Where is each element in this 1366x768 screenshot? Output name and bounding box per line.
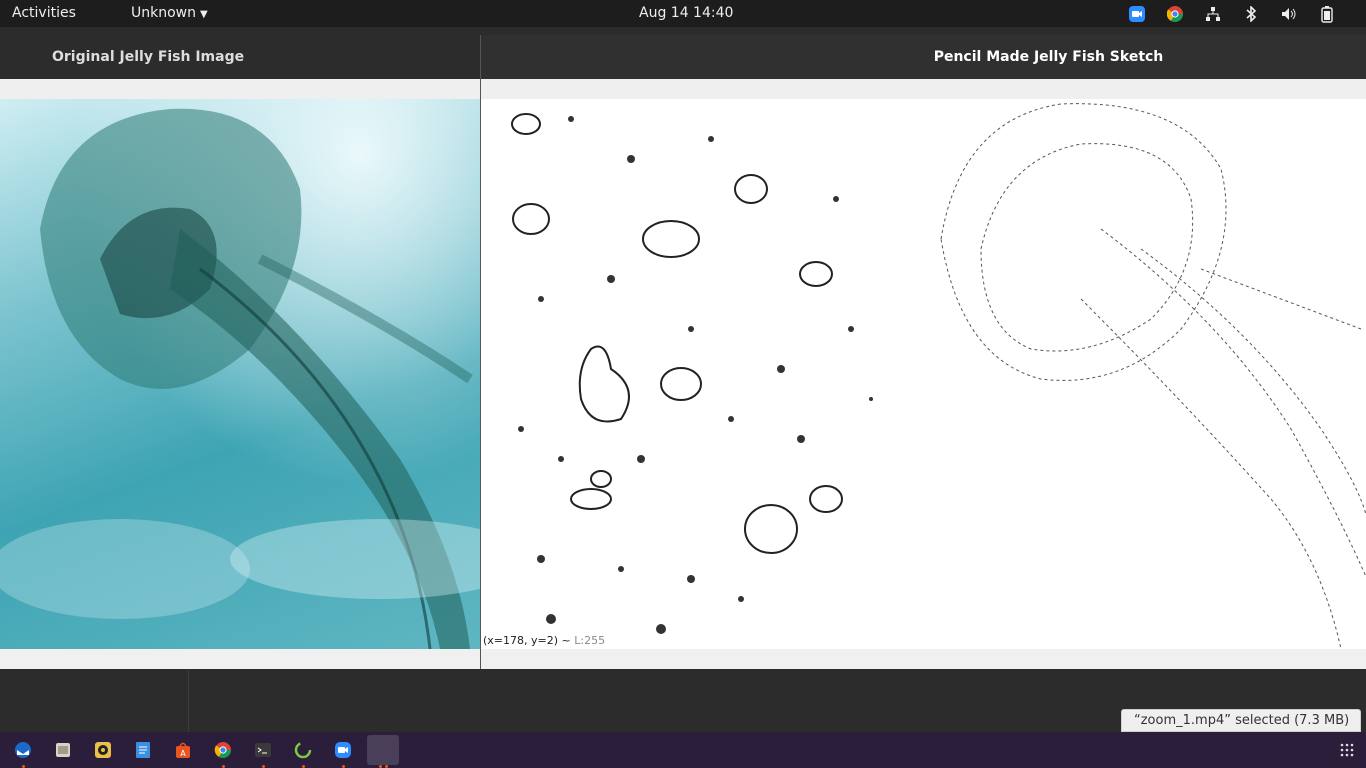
chevron-down-icon: ▼ [200,9,208,20]
status-coordinates: (x=178, y=2) ~ [483,634,575,647]
software-icon[interactable]: A [164,735,202,765]
app-grid-icon[interactable] [1340,742,1354,761]
updater-icon[interactable] [284,735,322,768]
original-image-window[interactable]: Original Jelly Fish Image [0,35,480,669]
window-title: Original Jelly Fish Image [52,49,245,65]
sketch-illustration [511,103,1366,649]
window-title: Pencil Made Jelly Fish Sketch [933,49,1164,65]
top-bar: Activities Unknown ▼ Aug 14 14:40 [0,0,1366,27]
zoom-icon[interactable] [324,735,362,768]
rhythmbox-icon[interactable] [84,735,122,765]
jellyfish-illustration [0,99,480,649]
jellyfish-photo[interactable] [0,99,480,649]
app-menu-label: Unknown [131,5,196,21]
app-menu[interactable]: Unknown ▼ [131,5,208,21]
zoom-icon[interactable] [1128,5,1146,23]
thunderbird-icon[interactable] [4,735,42,768]
divider [188,670,189,732]
app-window-icon[interactable] [367,735,399,768]
svg-text:A: A [180,749,186,758]
bluetooth-icon[interactable] [1242,5,1260,23]
file-selected-notification: “zoom_1.mp4” selected (7.3 MB) [1121,709,1361,732]
text-editor-icon[interactable] [124,735,162,765]
chrome-icon[interactable] [1166,5,1184,23]
status-value: L:255 [574,634,606,647]
terminal-icon[interactable] [244,735,282,768]
clock[interactable]: Aug 14 14:40 [639,5,733,21]
network-icon[interactable] [1204,5,1222,23]
pencil-sketch-image[interactable]: (x=178, y=2) ~ L:255 [481,99,1366,649]
battery-icon[interactable] [1318,5,1336,23]
window-title-bar[interactable]: Pencil Made Jelly Fish Sketch [481,35,1366,79]
system-tray [1128,4,1336,24]
chrome-icon[interactable] [204,735,242,768]
files-icon[interactable] [44,735,82,765]
sketch-window[interactable]: Pencil Made Jelly Fish Sketch (x=178, y=… [480,35,1366,669]
status-bar: (x=178, y=2) ~ L:255 [483,634,605,647]
activities-button[interactable]: Activities [12,5,76,21]
dock: A [0,732,1366,768]
volume-icon[interactable] [1280,5,1298,23]
window-title-bar[interactable]: Original Jelly Fish Image [0,35,480,79]
